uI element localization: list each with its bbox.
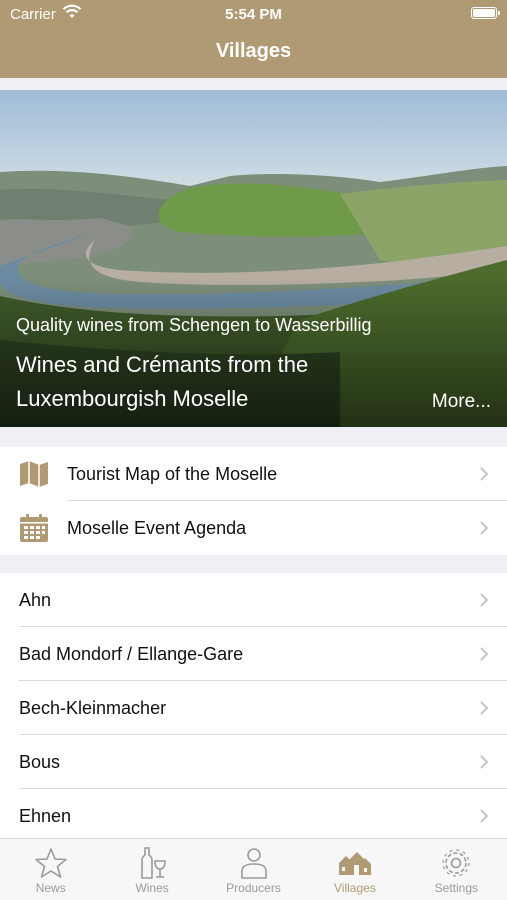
chevron-right-icon	[480, 809, 489, 823]
hero-title: Wines and Crémants from the Luxembourgis…	[16, 352, 309, 411]
tab-label: Producers	[226, 881, 281, 895]
list-item-event-agenda[interactable]: Moselle Event Agenda	[0, 501, 507, 555]
list-item-village[interactable]: Ehnen	[0, 789, 507, 843]
chevron-right-icon	[480, 755, 489, 769]
gear-icon	[442, 849, 470, 877]
chevron-right-icon	[480, 647, 489, 661]
list-item-village[interactable]: Bous	[0, 735, 507, 789]
navigation-header: Carrier 5:54 PM Villages	[0, 0, 507, 78]
chevron-right-icon	[480, 593, 489, 607]
more-link[interactable]: More...	[432, 391, 491, 413]
star-icon	[34, 848, 67, 878]
quick-links-list: Tourist Map of the Moselle Moselle Event…	[0, 447, 507, 555]
wine-bottle-icon	[141, 847, 166, 879]
tab-wines[interactable]: Wines	[101, 839, 202, 900]
list-item-label: Tourist Map of the Moselle	[67, 463, 278, 484]
page-title: Villages	[215, 40, 292, 62]
chevron-right-icon	[480, 467, 489, 481]
villages-list: Ahn Bad Mondorf / Ellange-Gare Bech-Klei…	[0, 573, 507, 843]
tab-villages[interactable]: Villages	[304, 839, 405, 900]
tab-producers[interactable]: Producers	[203, 839, 304, 900]
list-item-village[interactable]: Ahn	[0, 573, 507, 627]
map-icon	[20, 461, 48, 487]
chevron-right-icon	[480, 521, 489, 535]
status-bar: Carrier 5:54 PM	[0, 0, 507, 28]
tab-label: News	[35, 881, 66, 895]
village-name: Ahn	[19, 589, 52, 610]
tab-label: Villages	[334, 881, 376, 895]
houses-icon	[338, 852, 371, 875]
tab-bar: News Wines Producers Villages Settings	[0, 838, 507, 900]
tab-label: Settings	[434, 881, 478, 895]
calendar-icon	[20, 514, 48, 542]
person-icon	[240, 848, 267, 879]
village-name: Bech-Kleinmacher	[19, 697, 167, 718]
village-name: Bous	[19, 751, 61, 772]
tab-news[interactable]: News	[0, 839, 101, 900]
tab-label: Wines	[135, 881, 169, 895]
clock: 5:54 PM	[225, 6, 282, 23]
list-item-village[interactable]: Bech-Kleinmacher	[0, 681, 507, 735]
list-item-tourist-map[interactable]: Tourist Map of the Moselle	[0, 447, 507, 501]
list-item-label: Moselle Event Agenda	[67, 517, 247, 538]
battery-icon	[471, 7, 500, 19]
village-name: Bad Mondorf / Ellange-Gare	[19, 643, 244, 664]
chevron-right-icon	[480, 701, 489, 715]
tab-settings[interactable]: Settings	[406, 839, 507, 900]
village-name: Ehnen	[19, 805, 72, 826]
list-item-village[interactable]: Bad Mondorf / Ellange-Gare	[0, 627, 507, 681]
hero-banner[interactable]: Quality wines from Schengen to Wasserbil…	[0, 90, 507, 427]
hero-subtitle: Quality wines from Schengen to Wasserbil…	[16, 315, 372, 335]
